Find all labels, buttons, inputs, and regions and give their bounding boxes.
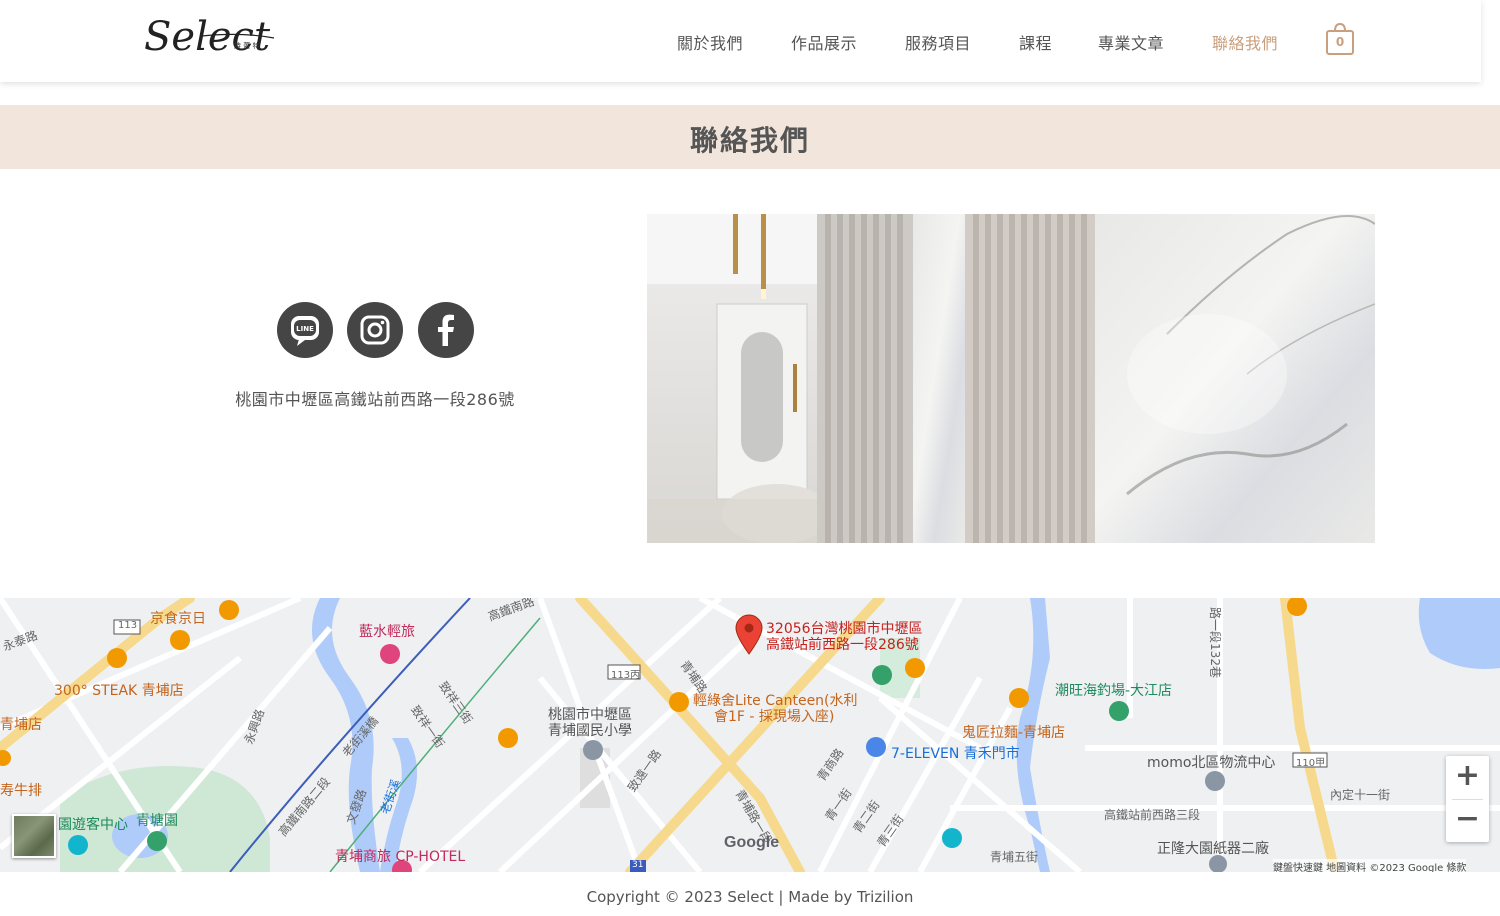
line-button[interactable]: LINE	[277, 302, 333, 358]
map-place[interactable]: 正隆大園紙器二廠	[1157, 838, 1269, 858]
cart-count: 0	[1335, 35, 1345, 49]
route-shield-label: 113	[118, 620, 138, 631]
address-text: 桃園市中壢區高鐵站前西路一段286號	[235, 390, 515, 409]
map-place[interactable]: 7-ELEVEN 青禾門市	[891, 743, 1020, 763]
facebook-icon	[438, 314, 454, 346]
road-label: 內定十一街	[1330, 788, 1391, 802]
instagram-button[interactable]	[347, 302, 403, 358]
nav-contact[interactable]: 聯絡我們	[1212, 30, 1278, 54]
map-place[interactable]: 潮旺海釣場-大江店	[1055, 680, 1172, 700]
google-map[interactable]: 32056台灣桃園市中壢區 高鐵站前西路一段286號 京食京日 300° STE…	[0, 598, 1500, 872]
route-shield-label: 113丙	[611, 670, 641, 681]
map-place[interactable]: momo北區物流中心	[1147, 752, 1275, 772]
line-icon: LINE	[291, 316, 319, 346]
instagram-icon	[360, 315, 390, 345]
google-logo: Google	[724, 834, 780, 851]
map-place[interactable]: 會1F - 採現場入座)	[714, 706, 834, 726]
nav-portfolio[interactable]: 作品展示	[791, 30, 857, 54]
zoom-in-button[interactable]: +	[1446, 756, 1489, 799]
map-place[interactable]: 園遊客中心	[58, 814, 128, 834]
map-place[interactable]: 藍水輕旅	[359, 621, 415, 641]
site-header: Select 詩 蕾 特 關於我們 作品展示 服務項目 課程 專業文章 聯絡我們…	[0, 0, 1481, 82]
page-title-band: 聯絡我們	[0, 105, 1500, 169]
map-place[interactable]: 鬼匠拉麵-青埔店	[962, 722, 1065, 742]
map-place[interactable]: 青塘園	[136, 810, 178, 830]
nav-articles[interactable]: 專業文章	[1098, 30, 1164, 54]
cart-button[interactable]: 0	[1325, 22, 1355, 56]
zoom-out-button[interactable]: −	[1446, 799, 1489, 842]
route-shield-label: 31	[632, 860, 644, 870]
svg-text:Select: Select	[144, 14, 271, 60]
map-place[interactable]: 寿牛排	[0, 780, 42, 800]
road-label: 高鐵站前西路三段	[1104, 808, 1201, 822]
map-place[interactable]: 京食京日	[150, 608, 206, 628]
satellite-toggle[interactable]	[12, 814, 56, 858]
map-marker-label-2: 高鐵站前西路一段286號	[766, 637, 919, 653]
map-place[interactable]: 青埔商旅 CP-HOTEL	[335, 846, 465, 866]
svg-text:LINE: LINE	[296, 325, 314, 333]
map-place[interactable]: 青埔國民小學	[548, 720, 632, 740]
nav-about[interactable]: 關於我們	[677, 30, 743, 54]
road-label: 路一段132巷	[1207, 607, 1222, 678]
interior-photo	[647, 214, 1375, 543]
footer-copyright: Copyright © 2023 Select | Made by Trizil…	[586, 888, 914, 906]
site-logo[interactable]: Select 詩 蕾 特	[142, 6, 282, 70]
road-label: 青埔五街	[990, 850, 1039, 864]
svg-text:詩 蕾 特: 詩 蕾 特	[234, 41, 259, 50]
page-title: 聯絡我們	[689, 124, 810, 157]
nav-courses[interactable]: 課程	[1019, 30, 1052, 54]
zoom-controls: + −	[1446, 756, 1489, 842]
route-shield-label: 110甲	[1296, 758, 1326, 769]
map-attribution[interactable]: 鍵盤快速鍵 地圖資料 ©2023 Google 條款	[1273, 859, 1467, 872]
nav-services[interactable]: 服務項目	[905, 30, 971, 54]
facebook-button[interactable]	[418, 302, 474, 358]
map-place[interactable]: 300° STEAK 青埔店	[54, 680, 184, 700]
map-place[interactable]: 青埔店	[0, 714, 42, 734]
